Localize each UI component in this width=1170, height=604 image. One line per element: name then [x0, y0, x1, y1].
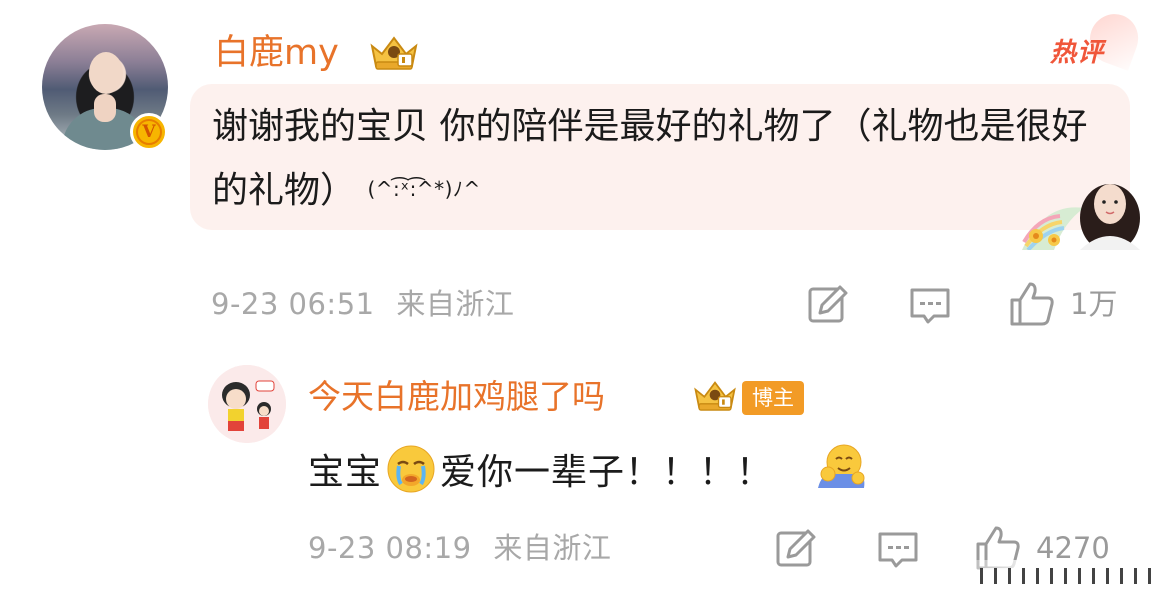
kaomoji: (^:͡ˣ:͡^*)ﾉ^ — [367, 177, 481, 201]
comment-text: 谢谢我的宝贝 你的陪伴是最好的礼物了（礼物也是很好的礼物） (^:͡ˣ:͡^*)… — [212, 96, 1112, 222]
avatar-face — [89, 52, 123, 94]
reply-location: 来自浙江 — [493, 531, 612, 565]
verified-badge-icon: V — [130, 113, 168, 151]
vip-crown-icon — [694, 381, 736, 411]
crying-face-emoji — [387, 445, 435, 493]
reply-text-after: 爱你一辈子！！！！ — [440, 452, 774, 493]
location: 来自浙江 — [396, 287, 515, 321]
repost-icon[interactable] — [774, 527, 818, 571]
like-count: 1万 — [1070, 287, 1118, 321]
comment-icon[interactable] — [876, 528, 920, 572]
hugging-emoji — [818, 444, 865, 488]
reply-user-avatar[interactable] — [208, 365, 286, 443]
comment-icon[interactable] — [908, 284, 952, 328]
username[interactable]: 白鹿my — [214, 30, 339, 76]
timestamp: 9-23 06:51 — [211, 287, 375, 321]
comment-body: 谢谢我的宝贝 你的陪伴是最好的礼物了（礼物也是很好的礼物） — [212, 106, 1088, 211]
bubble-sticker-decoration — [1022, 184, 1140, 250]
reply-timestamp: 9-23 08:19 — [308, 531, 472, 565]
reply-text-before: 宝宝 — [308, 452, 383, 493]
reply-meta: 9-23 08:19 来自浙江 — [308, 528, 611, 568]
blogger-tag: 博主 — [742, 381, 804, 415]
bottom-edge-artifact — [980, 568, 1160, 584]
reply-username[interactable]: 今天白鹿加鸡腿了吗 — [308, 374, 605, 420]
reply-text: 宝宝 爱你一辈子！！！！ — [308, 444, 773, 499]
thumbs-up-icon[interactable] — [1008, 280, 1056, 328]
vip-crown-icon — [370, 36, 418, 70]
comment-meta: 9-23 06:51 来自浙江 — [211, 284, 514, 324]
repost-icon[interactable] — [806, 283, 850, 327]
hot-comment-tag: 热评 — [1050, 38, 1105, 68]
avatar-hands — [94, 94, 116, 122]
